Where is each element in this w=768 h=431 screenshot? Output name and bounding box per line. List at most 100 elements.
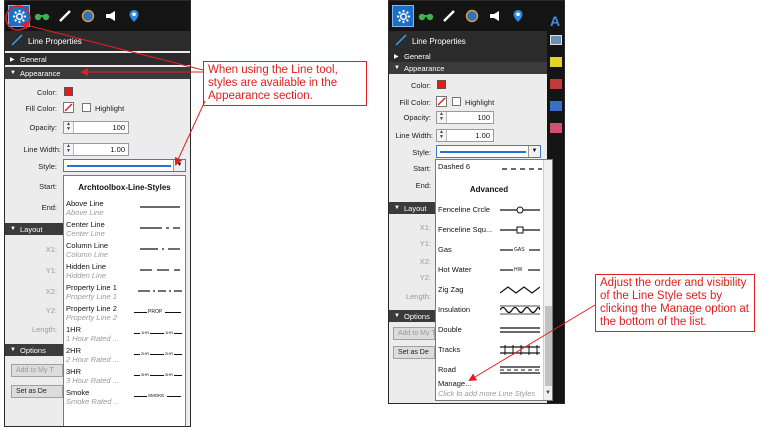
list-item[interactable]: Zig Zag <box>436 280 552 300</box>
list-item[interactable]: 3HR 3 Hour Rated ... 3HR 3HR <box>64 366 185 387</box>
set-as-default-button[interactable]: Set as De <box>393 346 435 359</box>
pen-icon[interactable] <box>550 79 562 89</box>
list-item[interactable]: 1HR 1 Hour Rated ... 1HR 1HR <box>64 324 185 345</box>
stepper-arrows-icon[interactable]: ▲ ▼ <box>437 112 447 123</box>
chevron-down-icon: ▼ <box>394 65 400 71</box>
gear-icon[interactable] <box>392 5 414 27</box>
section-appearance[interactable]: ▼ Appearance <box>5 67 190 79</box>
gear-icon[interactable] <box>8 5 30 27</box>
stepper-arrows-icon[interactable]: ▲ ▼ <box>64 122 74 133</box>
line-sample: PROP <box>134 309 184 317</box>
length-label: Length: <box>31 325 57 334</box>
stepper-arrows-icon[interactable]: ▲ ▼ <box>64 144 74 155</box>
list-item[interactable]: Center Line Center Line <box>64 219 185 240</box>
megaphone-icon[interactable] <box>484 5 506 27</box>
line-width-label: Line Width: <box>395 131 433 140</box>
pencil-icon[interactable] <box>438 5 460 27</box>
highlight-checkbox[interactable] <box>82 103 91 112</box>
chevron-down-icon[interactable]: ▼ <box>545 390 551 396</box>
section-general[interactable]: ▶ General <box>389 50 547 62</box>
line-width-stepper[interactable]: ▲ ▼ 1.00 <box>63 143 129 156</box>
set-as-default-button[interactable]: Set as De <box>11 385 63 398</box>
list-item[interactable]: Above Line Above Line <box>64 198 185 219</box>
list-item[interactable]: Property Line 2 Property Line 2 PROP <box>64 303 185 324</box>
eraser-icon[interactable] <box>550 101 562 111</box>
chevron-down-icon: ▼ <box>10 70 16 76</box>
line-sample: 1HR 1HR <box>134 330 184 338</box>
scrollbar-thumb[interactable] <box>545 306 552 386</box>
panel-title: Line Properties <box>389 31 547 51</box>
section-layout[interactable]: ▼ Layout <box>389 202 435 214</box>
style-label: Style: <box>412 148 431 157</box>
list-item-label: Gas <box>438 245 452 254</box>
list-item[interactable]: Fenceline Crcle <box>436 200 552 220</box>
list-item[interactable]: Property Line 1 Property Line 1 <box>64 282 185 303</box>
chevron-down-icon[interactable]: ▼ <box>528 146 540 157</box>
line-style-dropdown[interactable]: ▼ <box>63 159 186 172</box>
line-width-stepper[interactable]: ▲ ▼ 1.00 <box>436 129 494 142</box>
x2-label: X2: <box>419 257 431 266</box>
color-swatch[interactable] <box>64 87 73 96</box>
list-item[interactable]: Insulation <box>436 300 552 320</box>
list-item[interactable]: Gas GAS <box>436 240 552 260</box>
line-sample: 2HR 2HR <box>134 351 184 359</box>
binoculars-icon[interactable] <box>31 5 53 27</box>
pencil-icon[interactable] <box>54 5 76 27</box>
eraser-icon[interactable] <box>550 123 562 133</box>
right-properties-panel: A Line Properties ▶ General ▼ Appearance… <box>388 0 565 404</box>
line-sample <box>500 206 540 214</box>
highlight-label: Highlight <box>95 104 125 113</box>
globe-icon[interactable] <box>461 5 483 27</box>
list-item[interactable]: Double <box>436 320 552 340</box>
line-sample: SMOKE <box>134 393 184 401</box>
chevron-down-icon: ▼ <box>394 313 400 319</box>
highlighter-icon[interactable] <box>550 57 562 67</box>
globe-icon[interactable] <box>77 5 99 27</box>
end-label: End: <box>41 203 57 212</box>
line-sample <box>140 227 180 229</box>
list-item-label: Hot Water <box>438 265 472 274</box>
stepper-arrows-icon[interactable]: ▲ ▼ <box>437 130 447 141</box>
map-pin-icon[interactable] <box>123 5 145 27</box>
line-style-list: Archtoolbox-Line-Styles Above Line Above… <box>63 175 186 426</box>
list-item[interactable]: Column Line Column Line <box>64 240 185 261</box>
fill-color-none-button[interactable] <box>63 102 74 113</box>
fill-color-label: Fill Color: <box>399 98 431 107</box>
start-label: Start: <box>413 164 431 173</box>
scrollbar-track[interactable]: ▼ <box>543 160 552 400</box>
opacity-stepper[interactable]: ▲ ▼ 100 <box>63 121 129 134</box>
fill-color-none-button[interactable] <box>436 96 447 107</box>
binoculars-icon[interactable] <box>415 5 437 27</box>
text-a-icon[interactable]: A <box>550 13 560 29</box>
color-swatch[interactable] <box>437 80 446 89</box>
line-width-label: Line Width: <box>23 145 61 154</box>
list-item[interactable]: Smoke Smoke Rated ... SMOKE <box>64 387 185 408</box>
list-item[interactable]: Tracks <box>436 340 552 360</box>
manage-styles-item[interactable]: Manage... Click to add more Line Styles <box>436 378 552 400</box>
list-item-label: Double <box>438 325 462 334</box>
list-item[interactable]: Hot Water HW <box>436 260 552 280</box>
list-item[interactable]: 2HR 2 Hour Rated ... 2HR 2HR <box>64 345 185 366</box>
megaphone-icon[interactable] <box>100 5 122 27</box>
chevron-down-icon[interactable]: ▼ <box>173 160 185 171</box>
list-item[interactable]: Dashed 6 <box>436 160 552 174</box>
opacity-stepper[interactable]: ▲ ▼ 100 <box>436 111 494 124</box>
list-item[interactable]: Fenceline Squ... <box>436 220 552 240</box>
add-to-my-tools-button[interactable]: Add to My T <box>393 327 435 340</box>
color-label: Color: <box>36 88 57 97</box>
section-options[interactable]: ▼ Options <box>5 344 65 356</box>
section-options[interactable]: ▼ Options <box>389 310 435 322</box>
section-appearance[interactable]: ▼ Appearance <box>389 62 547 74</box>
list-item[interactable]: Hidden Line Hidden Line <box>64 261 185 282</box>
add-to-my-tools-button[interactable]: Add to My T <box>11 364 63 377</box>
selected-line-sample <box>67 165 171 167</box>
fill-color-label: Fill Color: <box>25 104 57 113</box>
map-pin-icon[interactable] <box>507 5 529 27</box>
line-style-dropdown[interactable]: ▼ <box>436 145 541 158</box>
highlight-checkbox[interactable] <box>452 97 461 106</box>
print-icon[interactable] <box>550 35 562 45</box>
chevron-down-icon: ▼ <box>394 205 400 211</box>
section-layout[interactable]: ▼ Layout <box>5 223 65 235</box>
list-item[interactable]: Road <box>436 360 552 380</box>
section-general[interactable]: ▶ General <box>5 53 190 65</box>
